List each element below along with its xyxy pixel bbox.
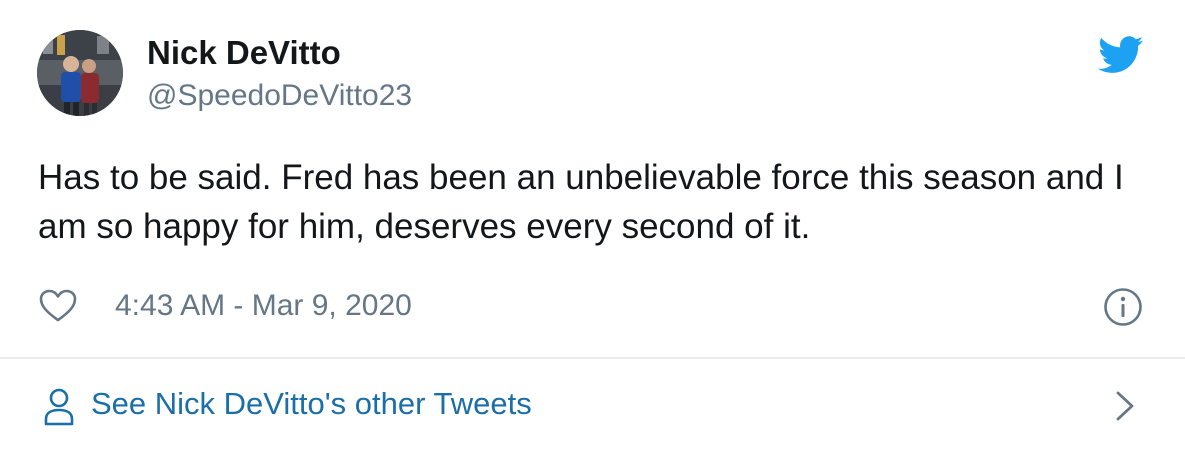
person-icon [44,388,74,426]
avatar-photo [37,30,123,116]
author-display-name[interactable]: Nick DeVitto [147,33,341,73]
see-other-tweets-label: See Nick DeVitto's other Tweets [91,386,532,421]
tweet-card: Nick DeVitto @SpeedoDeVitto23 Has to be … [0,0,1185,450]
tweet-text: Has to be said. Fred has been an unbelie… [38,158,1124,246]
chevron-right-icon [1116,391,1134,421]
info-icon[interactable] [1103,287,1143,327]
see-other-tweets-link[interactable]: See Nick DeVitto's other Tweets [0,359,1185,450]
author-handle[interactable]: @SpeedoDeVitto23 [147,78,412,114]
tweet-timestamp[interactable]: 4:43 AM - Mar 9, 2020 [115,287,412,325]
heart-icon[interactable] [39,289,77,323]
twitter-bird-icon[interactable] [1098,36,1144,74]
avatar[interactable] [37,30,123,116]
